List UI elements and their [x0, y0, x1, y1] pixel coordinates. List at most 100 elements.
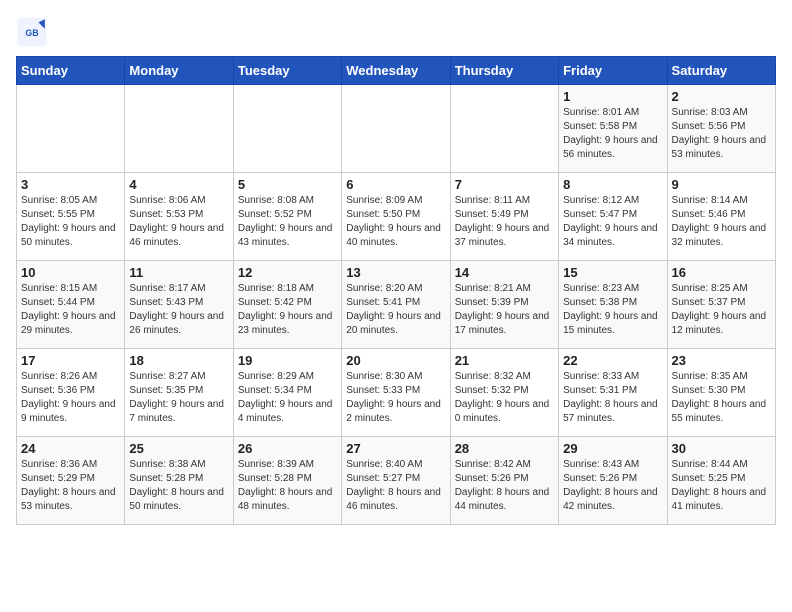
- calendar-cell: 8 Sunrise: 8:12 AM Sunset: 5:47 PM Daylig…: [559, 173, 667, 261]
- calendar-week-row: 17 Sunrise: 8:26 AM Sunset: 5:36 PM Dayli…: [17, 349, 776, 437]
- calendar-cell: 10 Sunrise: 8:15 AM Sunset: 5:44 PM Dayli…: [17, 261, 125, 349]
- day-info: Sunrise: 8:38 AM Sunset: 5:28 PM Dayligh…: [129, 458, 228, 514]
- day-info: Sunrise: 8:15 AM Sunset: 5:44 PM Dayligh…: [21, 282, 120, 338]
- calendar-cell: 16 Sunrise: 8:25 AM Sunset: 5:37 PM Dayli…: [667, 261, 775, 349]
- weekday-header: Friday: [559, 57, 667, 85]
- day-number: 5: [238, 177, 337, 192]
- calendar-cell: [125, 85, 233, 173]
- day-info: Sunrise: 8:06 AM Sunset: 5:53 PM Dayligh…: [129, 194, 228, 250]
- calendar-cell: 6 Sunrise: 8:09 AM Sunset: 5:50 PM Daylig…: [342, 173, 450, 261]
- day-number: 21: [455, 353, 554, 368]
- day-info: Sunrise: 8:26 AM Sunset: 5:36 PM Dayligh…: [21, 370, 120, 426]
- calendar-cell: 11Sunrise: 8:17 AM Sunset: 5:43 PM Dayli…: [125, 261, 233, 349]
- day-number: 18: [129, 353, 228, 368]
- day-number: 13: [346, 265, 445, 280]
- day-info: Sunrise: 8:32 AM Sunset: 5:32 PM Dayligh…: [455, 370, 554, 426]
- calendar-week-row: 10 Sunrise: 8:15 AM Sunset: 5:44 PM Dayli…: [17, 261, 776, 349]
- day-number: 22: [563, 353, 662, 368]
- svg-text:GB: GB: [25, 28, 38, 38]
- calendar-cell: 18 Sunrise: 8:27 AM Sunset: 5:35 PM Dayli…: [125, 349, 233, 437]
- day-number: 2: [672, 89, 771, 104]
- calendar-cell: 25 Sunrise: 8:38 AM Sunset: 5:28 PM Dayli…: [125, 437, 233, 525]
- logo: GB: [16, 16, 52, 48]
- day-number: 26: [238, 441, 337, 456]
- weekday-header: Tuesday: [233, 57, 341, 85]
- calendar-week-row: 3 Sunrise: 8:05 AM Sunset: 5:55 PM Daylig…: [17, 173, 776, 261]
- day-number: 7: [455, 177, 554, 192]
- day-number: 1: [563, 89, 662, 104]
- calendar-cell: 3 Sunrise: 8:05 AM Sunset: 5:55 PM Daylig…: [17, 173, 125, 261]
- day-info: Sunrise: 8:25 AM Sunset: 5:37 PM Dayligh…: [672, 282, 771, 338]
- calendar-week-row: 1 Sunrise: 8:01 AM Sunset: 5:58 PM Daylig…: [17, 85, 776, 173]
- calendar-cell: 14 Sunrise: 8:21 AM Sunset: 5:39 PM Dayli…: [450, 261, 558, 349]
- day-number: 4: [129, 177, 228, 192]
- weekday-header: Saturday: [667, 57, 775, 85]
- day-number: 9: [672, 177, 771, 192]
- day-info: Sunrise: 8:21 AM Sunset: 5:39 PM Dayligh…: [455, 282, 554, 338]
- day-info: Sunrise: 8:11 AM Sunset: 5:49 PM Dayligh…: [455, 194, 554, 250]
- day-info: Sunrise: 8:33 AM Sunset: 5:31 PM Dayligh…: [563, 370, 662, 426]
- weekday-header: Monday: [125, 57, 233, 85]
- day-info: Sunrise: 8:23 AM Sunset: 5:38 PM Dayligh…: [563, 282, 662, 338]
- day-number: 16: [672, 265, 771, 280]
- weekday-header: Wednesday: [342, 57, 450, 85]
- day-number: 19: [238, 353, 337, 368]
- day-info: Sunrise: 8:08 AM Sunset: 5:52 PM Dayligh…: [238, 194, 337, 250]
- day-number: 30: [672, 441, 771, 456]
- calendar-cell: 4 Sunrise: 8:06 AM Sunset: 5:53 PM Daylig…: [125, 173, 233, 261]
- day-number: 15: [563, 265, 662, 280]
- day-info: Sunrise: 8:12 AM Sunset: 5:47 PM Dayligh…: [563, 194, 662, 250]
- calendar-cell: 20 Sunrise: 8:30 AM Sunset: 5:33 PM Dayli…: [342, 349, 450, 437]
- day-info: Sunrise: 8:01 AM Sunset: 5:58 PM Dayligh…: [563, 106, 662, 162]
- day-number: 14: [455, 265, 554, 280]
- day-number: 17: [21, 353, 120, 368]
- day-info: Sunrise: 8:44 AM Sunset: 5:25 PM Dayligh…: [672, 458, 771, 514]
- calendar-cell: 5 Sunrise: 8:08 AM Sunset: 5:52 PM Daylig…: [233, 173, 341, 261]
- calendar-cell: 9 Sunrise: 8:14 AM Sunset: 5:46 PM Daylig…: [667, 173, 775, 261]
- day-number: 12: [238, 265, 337, 280]
- day-number: 6: [346, 177, 445, 192]
- calendar-cell: [342, 85, 450, 173]
- day-info: Sunrise: 8:09 AM Sunset: 5:50 PM Dayligh…: [346, 194, 445, 250]
- calendar-cell: 7 Sunrise: 8:11 AM Sunset: 5:49 PM Daylig…: [450, 173, 558, 261]
- day-info: Sunrise: 8:14 AM Sunset: 5:46 PM Dayligh…: [672, 194, 771, 250]
- page-header: GB: [16, 16, 776, 48]
- day-number: 3: [21, 177, 120, 192]
- day-info: Sunrise: 8:29 AM Sunset: 5:34 PM Dayligh…: [238, 370, 337, 426]
- calendar-cell: 22 Sunrise: 8:33 AM Sunset: 5:31 PM Dayli…: [559, 349, 667, 437]
- day-number: 25: [129, 441, 228, 456]
- calendar-cell: [233, 85, 341, 173]
- calendar-cell: 27Sunrise: 8:40 AM Sunset: 5:27 PM Dayli…: [342, 437, 450, 525]
- day-info: Sunrise: 8:27 AM Sunset: 5:35 PM Dayligh…: [129, 370, 228, 426]
- day-info: Sunrise: 8:18 AM Sunset: 5:42 PM Dayligh…: [238, 282, 337, 338]
- calendar-cell: 28Sunrise: 8:42 AM Sunset: 5:26 PM Dayli…: [450, 437, 558, 525]
- calendar-cell: 26Sunrise: 8:39 AM Sunset: 5:28 PM Dayli…: [233, 437, 341, 525]
- calendar-cell: 12 Sunrise: 8:18 AM Sunset: 5:42 PM Dayli…: [233, 261, 341, 349]
- day-number: 28: [455, 441, 554, 456]
- day-number: 29: [563, 441, 662, 456]
- calendar-cell: 24Sunrise: 8:36 AM Sunset: 5:29 PM Dayli…: [17, 437, 125, 525]
- calendar-cell: 30 Sunrise: 8:44 AM Sunset: 5:25 PM Dayli…: [667, 437, 775, 525]
- logo-icon: GB: [16, 16, 48, 48]
- day-info: Sunrise: 8:43 AM Sunset: 5:26 PM Dayligh…: [563, 458, 662, 514]
- calendar-cell: 21 Sunrise: 8:32 AM Sunset: 5:32 PM Dayli…: [450, 349, 558, 437]
- calendar-cell: 2Sunrise: 8:03 AM Sunset: 5:56 PM Daylig…: [667, 85, 775, 173]
- weekday-header: Thursday: [450, 57, 558, 85]
- calendar-cell: [17, 85, 125, 173]
- day-number: 27: [346, 441, 445, 456]
- calendar-cell: 17 Sunrise: 8:26 AM Sunset: 5:36 PM Dayli…: [17, 349, 125, 437]
- calendar-table: SundayMondayTuesdayWednesdayThursdayFrid…: [16, 56, 776, 525]
- weekday-header: Sunday: [17, 57, 125, 85]
- day-number: 23: [672, 353, 771, 368]
- calendar-cell: 19 Sunrise: 8:29 AM Sunset: 5:34 PM Dayli…: [233, 349, 341, 437]
- day-number: 10: [21, 265, 120, 280]
- day-number: 8: [563, 177, 662, 192]
- day-number: 24: [21, 441, 120, 456]
- calendar-cell: 15 Sunrise: 8:23 AM Sunset: 5:38 PM Dayli…: [559, 261, 667, 349]
- weekday-header-row: SundayMondayTuesdayWednesdayThursdayFrid…: [17, 57, 776, 85]
- day-info: Sunrise: 8:05 AM Sunset: 5:55 PM Dayligh…: [21, 194, 120, 250]
- day-info: Sunrise: 8:35 AM Sunset: 5:30 PM Dayligh…: [672, 370, 771, 426]
- day-info: Sunrise: 8:30 AM Sunset: 5:33 PM Dayligh…: [346, 370, 445, 426]
- day-info: Sunrise: 8:20 AM Sunset: 5:41 PM Dayligh…: [346, 282, 445, 338]
- day-number: 20: [346, 353, 445, 368]
